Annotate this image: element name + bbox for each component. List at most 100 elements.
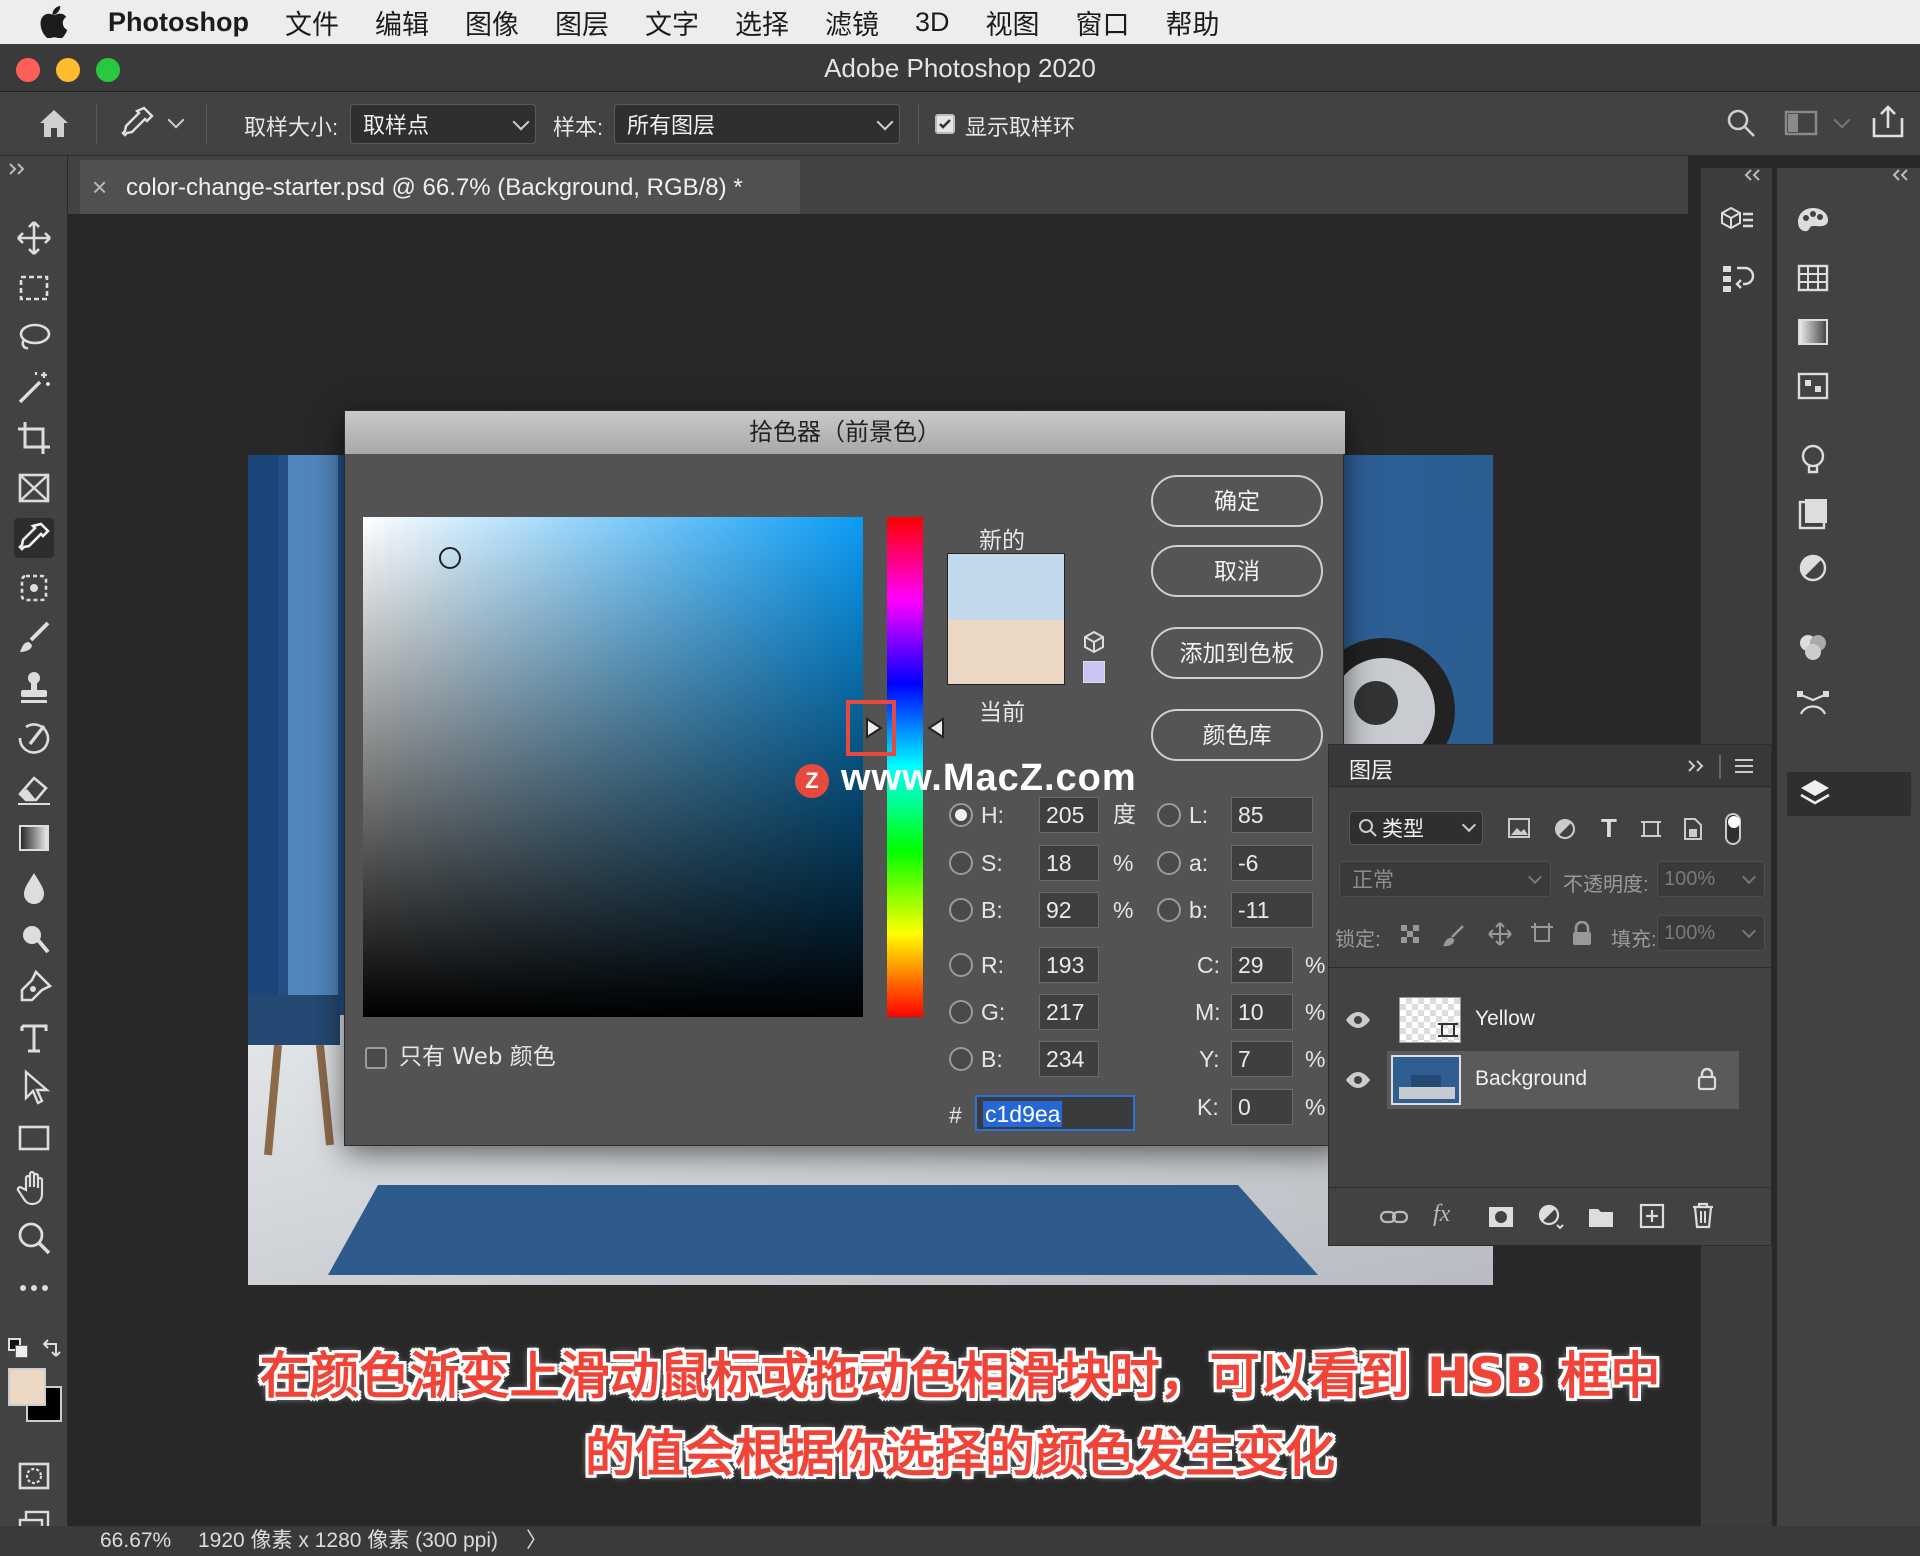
menu-edit[interactable]: 编辑 bbox=[375, 3, 429, 42]
color-sample-ring[interactable] bbox=[439, 547, 461, 569]
libraries-panel-icon[interactable] bbox=[1795, 496, 1831, 532]
eraser-tool-icon[interactable] bbox=[14, 768, 54, 808]
panel-menu-icon[interactable] bbox=[1733, 757, 1755, 775]
layer-style-icon[interactable]: fx bbox=[1433, 1201, 1450, 1228]
lock-artboard-icon[interactable] bbox=[1529, 921, 1555, 947]
blue-radio[interactable] bbox=[949, 1047, 973, 1071]
eyedropper-tool-icon[interactable] bbox=[118, 104, 156, 142]
sample-size-select[interactable]: 取样点 bbox=[350, 104, 536, 144]
home-icon[interactable] bbox=[36, 106, 72, 140]
layer-row-background[interactable]: Background bbox=[1387, 1051, 1739, 1109]
menu-image[interactable]: 图像 bbox=[465, 3, 519, 42]
hue-radio[interactable] bbox=[949, 803, 973, 827]
red-radio[interactable] bbox=[949, 953, 973, 977]
saturation-brightness-field[interactable] bbox=[363, 517, 863, 1017]
layers-panel-tab[interactable] bbox=[1787, 772, 1911, 816]
lock-all-icon[interactable] bbox=[1571, 921, 1593, 947]
current-color-swatch[interactable] bbox=[948, 620, 1064, 684]
tool-preset-chevron-icon[interactable] bbox=[167, 111, 185, 129]
close-tab-icon[interactable]: × bbox=[92, 172, 107, 203]
type-tool-icon[interactable] bbox=[14, 1018, 54, 1058]
sample-select[interactable]: 所有图层 bbox=[614, 104, 900, 144]
a-channel-field[interactable]: -6 bbox=[1231, 845, 1313, 881]
crop-tool-icon[interactable] bbox=[14, 418, 54, 458]
magenta-field[interactable]: 10 bbox=[1231, 994, 1293, 1030]
filter-shape-icon[interactable] bbox=[1639, 817, 1663, 841]
delete-layer-icon[interactable] bbox=[1691, 1201, 1715, 1229]
close-window-button[interactable] bbox=[16, 58, 40, 82]
patterns-panel-icon[interactable] bbox=[1795, 368, 1831, 404]
move-tool-icon[interactable] bbox=[14, 218, 54, 258]
eye-icon[interactable] bbox=[1345, 1011, 1371, 1029]
menu-view[interactable]: 视图 bbox=[986, 3, 1040, 42]
menu-3d[interactable]: 3D bbox=[915, 7, 950, 38]
add-mask-icon[interactable] bbox=[1487, 1205, 1515, 1229]
brush-tool-icon[interactable] bbox=[14, 618, 54, 658]
lightness-field[interactable]: 85 bbox=[1231, 797, 1313, 833]
filter-smart-object-icon[interactable] bbox=[1681, 817, 1703, 841]
menu-file[interactable]: 文件 bbox=[285, 3, 339, 42]
dodge-tool-icon[interactable] bbox=[14, 918, 54, 958]
adjustments-panel-icon[interactable] bbox=[1795, 550, 1831, 586]
color-libraries-button[interactable]: 颜色库 bbox=[1151, 709, 1323, 761]
3d-panel-icon[interactable] bbox=[1719, 204, 1755, 240]
swatches-panel-icon[interactable] bbox=[1795, 260, 1831, 296]
minimize-window-button[interactable] bbox=[56, 58, 80, 82]
channels-panel-icon[interactable] bbox=[1795, 630, 1831, 666]
menu-filter[interactable]: 滤镜 bbox=[825, 3, 879, 42]
hex-field[interactable]: c1d9ea bbox=[975, 1095, 1135, 1131]
blend-mode-select[interactable]: 正常 bbox=[1339, 861, 1551, 897]
clone-stamp-tool-icon[interactable] bbox=[14, 668, 54, 708]
more-tools-icon[interactable] bbox=[14, 1268, 54, 1308]
b-channel-field[interactable]: -11 bbox=[1231, 892, 1313, 928]
new-adjustment-layer-icon[interactable] bbox=[1537, 1203, 1565, 1231]
eye-icon[interactable] bbox=[1345, 1071, 1371, 1089]
workspace-icon[interactable] bbox=[1784, 108, 1818, 138]
new-layer-icon[interactable] bbox=[1639, 1203, 1665, 1229]
b-channel-radio[interactable] bbox=[1157, 898, 1181, 922]
layer-filter-select[interactable]: 类型 bbox=[1349, 811, 1483, 845]
lock-position-icon[interactable] bbox=[1487, 921, 1513, 947]
collapse-icon[interactable] bbox=[1741, 168, 1761, 182]
menu-select[interactable]: 选择 bbox=[735, 3, 789, 42]
menu-layer[interactable]: 图层 bbox=[555, 3, 609, 42]
collapse-panel-icon[interactable] bbox=[1687, 759, 1707, 773]
status-menu-arrow-icon[interactable]: 〉 bbox=[526, 1526, 547, 1556]
red-field[interactable]: 193 bbox=[1039, 947, 1099, 983]
web-only-checkbox[interactable] bbox=[365, 1047, 387, 1069]
collapse-icon[interactable] bbox=[1889, 168, 1909, 182]
marquee-tool-icon[interactable] bbox=[14, 268, 54, 308]
fill-field[interactable]: 100% bbox=[1657, 915, 1765, 951]
add-to-swatches-button[interactable]: 添加到色板 bbox=[1151, 627, 1323, 679]
hue-slider-right-arrow-icon[interactable] bbox=[927, 717, 945, 739]
layer-row-yellow[interactable]: Yellow bbox=[1387, 991, 1739, 1049]
ok-button[interactable]: 确定 bbox=[1151, 475, 1323, 527]
gradient-tool-icon[interactable] bbox=[14, 818, 54, 858]
menu-window[interactable]: 窗口 bbox=[1076, 3, 1130, 42]
frame-tool-icon[interactable] bbox=[14, 468, 54, 508]
document-tab[interactable]: × color-change-starter.psd @ 66.7% (Back… bbox=[80, 160, 800, 214]
lock-image-icon[interactable] bbox=[1443, 923, 1467, 947]
blue-field[interactable]: 234 bbox=[1039, 1041, 1099, 1077]
zoom-window-button[interactable] bbox=[96, 58, 120, 82]
green-field[interactable]: 217 bbox=[1039, 994, 1099, 1030]
cancel-button[interactable]: 取消 bbox=[1151, 545, 1323, 597]
saturation-field[interactable]: 18 bbox=[1039, 845, 1099, 881]
color-panel-icon[interactable] bbox=[1795, 204, 1831, 240]
history-panel-icon[interactable] bbox=[1719, 260, 1755, 296]
zoom-level[interactable]: 66.67% bbox=[100, 1526, 171, 1556]
gradients-panel-icon[interactable] bbox=[1795, 314, 1831, 350]
filter-toggle[interactable] bbox=[1725, 813, 1741, 845]
lasso-tool-icon[interactable] bbox=[14, 318, 54, 358]
zoom-tool-icon[interactable] bbox=[14, 1218, 54, 1258]
learn-panel-icon[interactable] bbox=[1795, 442, 1831, 478]
opacity-field[interactable]: 100% bbox=[1657, 861, 1765, 897]
workspace-chevron-icon[interactable] bbox=[1833, 111, 1851, 129]
hue-slider-left-arrow-icon[interactable] bbox=[865, 717, 883, 739]
search-icon[interactable] bbox=[1726, 108, 1756, 138]
hue-field[interactable]: 205 bbox=[1039, 797, 1099, 833]
filter-adjustment-icon[interactable] bbox=[1553, 817, 1577, 841]
black-field[interactable]: 0 bbox=[1231, 1089, 1293, 1125]
out-of-gamut-cube-icon[interactable] bbox=[1081, 629, 1107, 655]
lightness-radio[interactable] bbox=[1157, 803, 1181, 827]
